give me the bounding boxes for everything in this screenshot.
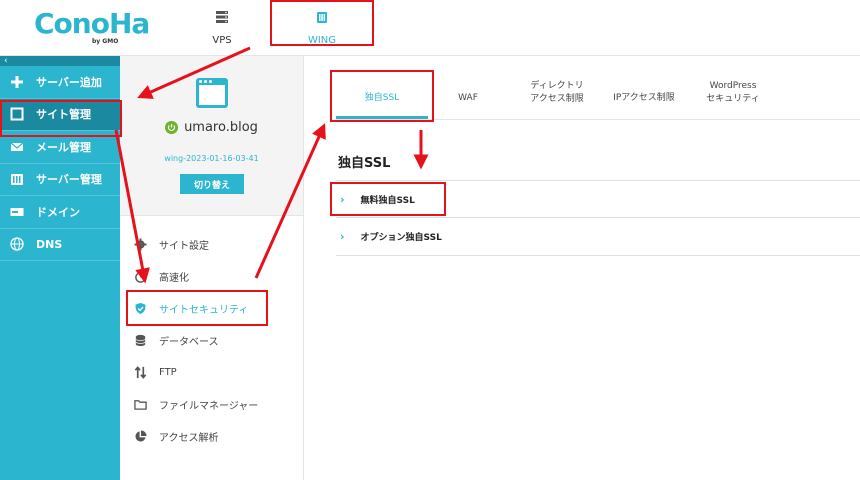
site-menu-label: 高速化 <box>159 272 189 284</box>
header: ConoHa by GMO VPS WING <box>0 0 860 56</box>
folder-icon <box>134 399 147 410</box>
accordion-label: オプション独自SSL <box>360 233 442 243</box>
tab-label: WAF <box>458 93 478 103</box>
site-menu-label: ファイルマネージャー <box>159 400 259 412</box>
page: ConoHa by GMO VPS WING ‹ サーバー追加 サイト管理 メー… <box>0 0 860 480</box>
annotation-box-site-security <box>126 290 268 326</box>
pie-chart-icon <box>135 429 147 442</box>
sidebar-item-add-server[interactable]: サーバー追加 <box>0 66 120 99</box>
tab-label-line2: セキュリティ <box>706 94 760 104</box>
speed-icon <box>135 270 146 283</box>
server-icon <box>216 11 228 23</box>
site-menu-settings[interactable]: サイト設定 <box>134 234 209 254</box>
sidebar-item-domain[interactable]: ドメイン <box>0 196 120 229</box>
accordion-option-ssl[interactable]: › オプション独自SSL <box>336 218 860 256</box>
ftp-icon <box>134 365 147 379</box>
sidebar-item-label: ドメイン <box>36 205 80 219</box>
gear-icon <box>134 237 147 251</box>
tab-label: WordPress <box>709 81 757 91</box>
site-name: umaro.blog <box>120 120 303 135</box>
power-icon <box>165 121 179 134</box>
sidebar-item-label: メール管理 <box>36 140 91 154</box>
tab-ip-access[interactable]: IPアクセス制限 <box>604 92 684 105</box>
sidebar-item-label: DNS <box>36 237 63 251</box>
sidebar-collapse-button[interactable]: ‹ <box>0 56 120 66</box>
conoha-logo[interactable]: ConoHa by GMO <box>34 7 150 48</box>
database-icon <box>135 334 146 346</box>
sidebar-item-label: サーバー管理 <box>36 173 102 187</box>
site-menu-label: サイト設定 <box>159 240 209 252</box>
site-menu-label: アクセス解析 <box>159 432 219 444</box>
tab-directory-access[interactable]: ディレクトリ アクセス制限 <box>512 80 602 106</box>
site-info: umaro.blog wing-2023-01-16-03-41 切り替え <box>120 56 303 216</box>
site-menu-ftp[interactable]: FTP <box>134 362 177 382</box>
site-panel: umaro.blog wing-2023-01-16-03-41 切り替え サイ… <box>120 56 304 480</box>
tab-wordpress-security[interactable]: WordPress セキュリティ <box>688 80 778 106</box>
tab-waf[interactable]: WAF <box>444 92 492 105</box>
mail-icon <box>10 142 24 151</box>
site-name-text: umaro.blog <box>184 120 258 135</box>
site-menu-label: FTP <box>159 366 177 378</box>
sidebar-item-label: サーバー追加 <box>36 75 102 89</box>
globe-icon <box>10 237 24 251</box>
site-menu-file-manager[interactable]: ファイルマネージャー <box>134 394 258 414</box>
logo-text: ConoHa <box>34 7 150 40</box>
browser-window-icon <box>196 78 228 108</box>
nav-tab-label: VPS <box>212 35 232 46</box>
tab-label: IPアクセス制限 <box>613 93 675 103</box>
section-title: 独自SSL <box>338 156 391 171</box>
site-menu-database[interactable]: データベース <box>134 330 219 350</box>
annotation-box-free-ssl <box>330 182 446 216</box>
annotation-box-site-management <box>0 100 122 137</box>
logo-sub: by GMO <box>92 38 119 45</box>
annotation-box-wing <box>270 0 374 46</box>
site-id: wing-2023-01-16-03-41 <box>164 154 259 163</box>
domain-icon <box>10 207 24 216</box>
site-menu-speed[interactable]: 高速化 <box>134 266 189 286</box>
server-manage-icon <box>11 174 23 186</box>
chevron-right-icon: › <box>340 230 345 243</box>
site-menu-label: データベース <box>159 336 219 348</box>
annotation-box-ssl-tab <box>330 70 434 122</box>
switch-site-button[interactable]: 切り替え <box>180 174 244 194</box>
sidebar-item-server-management[interactable]: サーバー管理 <box>0 164 120 196</box>
tab-label-line2: アクセス制限 <box>530 94 584 104</box>
plus-icon <box>11 75 23 88</box>
tab-label: ディレクトリ <box>530 81 584 91</box>
sidebar-item-dns[interactable]: DNS <box>0 229 120 261</box>
site-menu-analytics[interactable]: アクセス解析 <box>134 426 219 446</box>
nav-tab-vps[interactable]: VPS <box>172 0 272 56</box>
